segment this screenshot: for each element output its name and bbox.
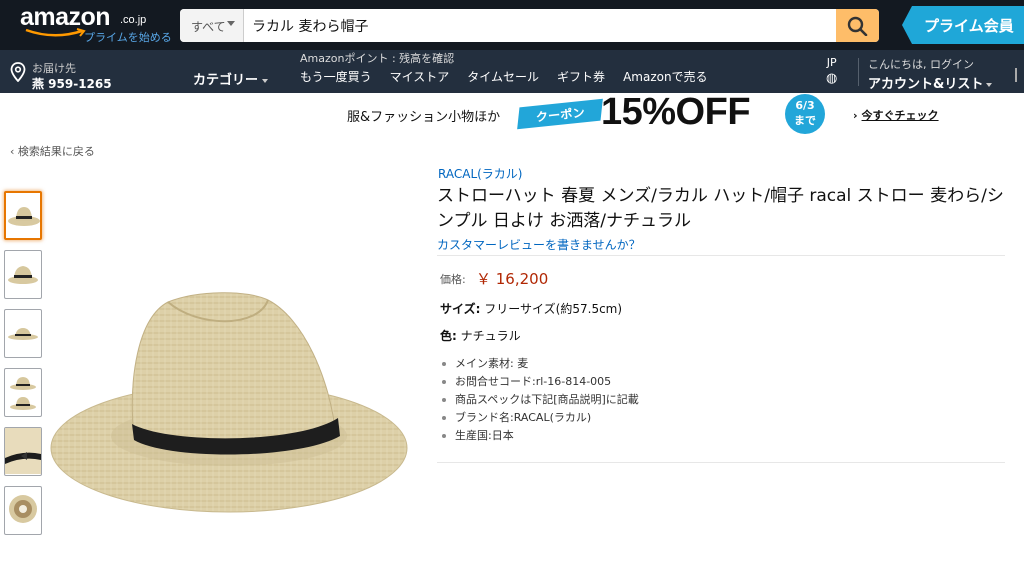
chevron-right-icon: › <box>853 109 858 122</box>
points-link[interactable]: Amazonポイント : 残高を確認 <box>300 50 454 66</box>
promo-discount: 15%OFF <box>601 91 751 133</box>
search-input[interactable] <box>246 9 836 42</box>
color-row: 色: ナチュラル <box>440 327 521 344</box>
hat-inside-icon <box>9 495 37 523</box>
nav-link-my-store[interactable]: マイストア <box>390 68 450 85</box>
hat-detail-icon <box>5 428 41 474</box>
nav-link-time-sale[interactable]: タイムセール <box>467 68 539 85</box>
coupon-badge: クーポン <box>517 98 603 130</box>
promo-check-link[interactable]: › 今すぐチェック <box>853 107 939 123</box>
color-value: ナチュラル <box>460 329 521 343</box>
promo-text: 服&ファッション小物ほか <box>347 110 501 125</box>
size-row: サイズ: フリーサイズ(約57.5cm) <box>440 300 622 317</box>
amazon-logo[interactable]: amazon .co.jp プライムを始める <box>20 3 172 46</box>
size-label: サイズ: <box>440 302 481 316</box>
thumbnail-3[interactable] <box>4 309 42 358</box>
account-menu[interactable]: こんにちは, ログイン アカウント&リスト <box>868 56 993 92</box>
thumbnail-4[interactable] <box>4 368 42 417</box>
divider <box>437 462 1005 463</box>
sub-nav: お届け先 燕 959-1265 カテゴリー Amazonポイント : 残高を確認… <box>0 50 1024 93</box>
prime-member-banner[interactable]: プライム会員 <box>902 6 1024 44</box>
promo-date-badge: 6/3 まで <box>785 94 825 134</box>
language-selector[interactable]: JP ◍ <box>826 56 837 86</box>
search-category-dropdown[interactable]: すべて <box>180 9 244 42</box>
logo-smile-icon <box>25 28 86 37</box>
globe-icon: ◍ <box>826 71 838 86</box>
write-review-link[interactable]: カスタマーレビューを書きませんか？ <box>437 236 641 253</box>
search-category-label: すべて <box>191 20 226 34</box>
divider <box>437 255 1005 256</box>
chevron-down-icon <box>262 78 269 83</box>
search-icon <box>847 16 868 36</box>
thumbnail-2[interactable] <box>4 250 42 299</box>
price-label: 価格: <box>440 273 466 286</box>
category-menu[interactable]: カテゴリー <box>193 69 269 88</box>
account-label: アカウント&リスト <box>868 77 984 92</box>
feature-bullet: メイン素材: 麦 <box>441 355 639 373</box>
search-button[interactable] <box>836 9 879 42</box>
promo-banner[interactable]: 服&ファッション小物ほか クーポン 15%OFF 6/3 まで › 今すぐチェック <box>333 91 949 134</box>
back-to-results-link[interactable]: ‹ 検索結果に戻る <box>10 143 95 159</box>
promo-check-label: 今すぐチェック <box>861 109 939 122</box>
thumbnail-1[interactable] <box>4 191 42 240</box>
product-title: ストローハット 春夏 メンズ/ラカル ハット/帽子 racal ストロー 麦わら… <box>437 186 1004 231</box>
hat-pair-icon <box>10 377 36 410</box>
feature-bullet: 生産国:日本 <box>441 427 639 445</box>
main-product-image[interactable] <box>48 288 410 528</box>
chevron-down-icon <box>986 82 993 87</box>
feature-bullets: メイン素材: 麦 お問合せコード:rl-16-814-005 商品スペックは下記… <box>441 355 639 445</box>
promo-date-suffix: まで <box>794 114 816 127</box>
search-bar: すべて <box>180 9 879 42</box>
logo-tld: .co.jp <box>120 14 147 26</box>
cart-icon[interactable] <box>1015 68 1021 82</box>
thumbnail-6[interactable] <box>4 486 42 535</box>
location-pin-icon <box>10 62 26 82</box>
coupon-label: クーポン <box>535 105 586 125</box>
size-value: フリーサイズ(約57.5cm) <box>484 302 623 316</box>
top-nav: amazon .co.jp プライムを始める すべて プライム会員 <box>0 0 1024 50</box>
deliver-address: 燕 959-1265 <box>32 77 112 91</box>
hat-front-icon <box>8 207 40 226</box>
straw-hat-image <box>50 292 408 513</box>
price-value: ￥ 16,200 <box>476 270 549 288</box>
deliver-label: お届け先 <box>32 62 76 75</box>
account-greeting: こんにちは, ログイン <box>868 58 974 71</box>
feature-bullet: ブランド名:RACAL(ラカル) <box>441 409 639 427</box>
hat-low-icon <box>8 328 38 340</box>
category-label: カテゴリー <box>193 73 259 88</box>
nav-link-sell[interactable]: Amazonで売る <box>623 68 708 85</box>
chevron-down-icon <box>227 21 235 26</box>
feature-bullet: お問合せコード:rl-16-814-005 <box>441 373 639 391</box>
feature-bullet: 商品スペックは下記[商品説明]に記載 <box>441 391 639 409</box>
nav-link-gift-card[interactable]: ギフト券 <box>557 68 605 85</box>
prime-start-link[interactable]: プライムを始める <box>84 29 172 45</box>
prime-banner-label: プライム会員 <box>924 17 1014 35</box>
hat-side-icon <box>8 266 38 284</box>
nav-divider <box>858 58 859 86</box>
brand-link[interactable]: RACAL(ラカル) <box>438 165 523 182</box>
nav-link-buy-again[interactable]: もう一度買う <box>300 68 372 85</box>
thumbnail-5[interactable] <box>4 427 42 476</box>
color-label: 色: <box>440 329 457 343</box>
promo-date: 6/3 <box>795 99 815 112</box>
language-label: JP <box>826 56 837 69</box>
nav-links: もう一度買う マイストア タイムセール ギフト券 Amazonで売る <box>300 68 726 85</box>
